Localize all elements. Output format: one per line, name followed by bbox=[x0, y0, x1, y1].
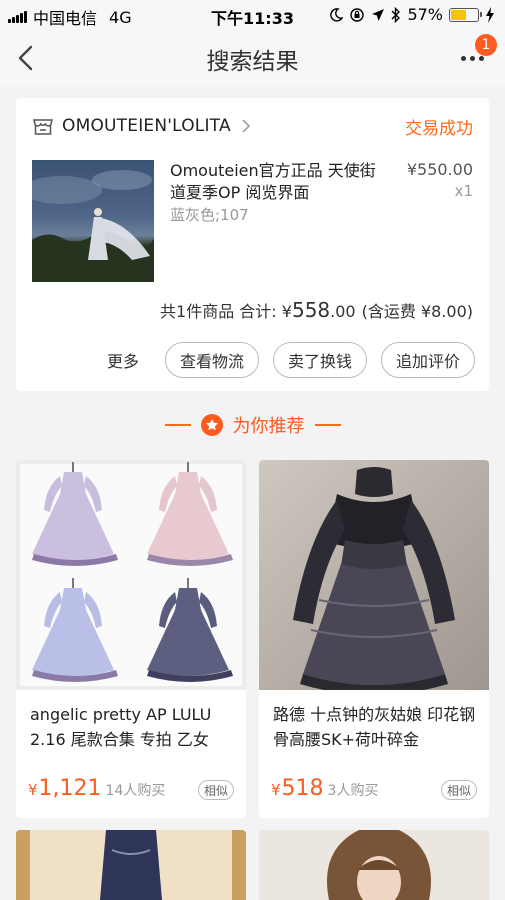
product-image bbox=[16, 830, 246, 900]
similar-button[interactable]: 相似 bbox=[440, 780, 477, 800]
divider-line bbox=[164, 424, 191, 426]
notification-badge: 1 bbox=[475, 34, 497, 56]
similar-button[interactable]: 相似 bbox=[197, 780, 234, 800]
product-photo bbox=[32, 170, 154, 282]
status-bar: 中国电信 4G 下午11:33 57% bbox=[0, 0, 505, 30]
divider-line bbox=[314, 424, 341, 426]
recommend-header: 为你推荐 bbox=[0, 410, 505, 440]
product-image bbox=[259, 830, 489, 900]
sold-count: 14人购买 bbox=[105, 783, 166, 799]
currency-symbol: ¥ bbox=[271, 781, 281, 799]
sold-count: 3人购买 bbox=[327, 783, 379, 799]
product-price: ¥550.00 bbox=[406, 160, 473, 179]
battery-level bbox=[451, 9, 466, 20]
product-thumbnail[interactable] bbox=[32, 160, 154, 282]
product-card-partial[interactable] bbox=[16, 830, 246, 900]
resell-button[interactable]: 卖了换钱 bbox=[272, 342, 367, 378]
shop-row[interactable]: OMOUTEIEN'LOLITA 交易成功 bbox=[32, 114, 473, 139]
page-title: 搜索结果 bbox=[206, 49, 299, 75]
product-quantity: x1 bbox=[454, 182, 473, 200]
product-title: 路德 十点钟的灰姑娘 印花钢骨高腰SK+荷叶碎金 bbox=[273, 705, 476, 749]
location-icon bbox=[372, 8, 385, 21]
product-title[interactable]: Omouteien官方正品 天使街道夏季OP 阅览界面 bbox=[170, 160, 382, 204]
order-card: OMOUTEIEN'LOLITA 交易成功 Omouteien官方正品 天使街道… bbox=[16, 98, 489, 391]
chevron-right-icon bbox=[242, 119, 250, 133]
price-row: ¥ 518 3人购买 bbox=[271, 776, 378, 801]
status-right: 57% bbox=[329, 5, 495, 24]
recommend-title: 为你推荐 bbox=[232, 416, 305, 437]
bluetooth-icon bbox=[391, 6, 401, 23]
summary-prefix: 共1件商品 合计: ¥ bbox=[160, 302, 292, 321]
product-image bbox=[259, 460, 489, 690]
product-card[interactable]: 路德 十点钟的灰姑娘 印花钢骨高腰SK+荷叶碎金 ¥ 518 3人购买 相似 bbox=[259, 460, 489, 818]
currency-symbol: ¥ bbox=[28, 781, 38, 799]
charging-icon bbox=[486, 6, 494, 23]
price-row: ¥ 1,121 14人购买 bbox=[28, 776, 165, 801]
product-price: 518 bbox=[281, 776, 324, 801]
moon-icon bbox=[330, 7, 344, 22]
nav-bar: 搜索结果 1 bbox=[0, 30, 505, 86]
product-title: angelic pretty AP LULU 2.16 尾款合集 专拍 乙女 bbox=[30, 705, 212, 749]
add-review-button[interactable]: 追加评价 bbox=[380, 342, 475, 378]
shipping-fee: (含运费 ¥8.00) bbox=[361, 302, 473, 321]
product-variant: 蓝灰色;107 bbox=[170, 206, 249, 224]
more-dots-icon bbox=[461, 56, 484, 61]
order-actions: 更多 查看物流 卖了换钱 追加评价 bbox=[107, 342, 475, 378]
battery-percent: 57% bbox=[407, 5, 443, 24]
order-summary: 共1件商品 合计: ¥ 558 .00 (含运费 ¥8.00) bbox=[160, 298, 473, 322]
more-menu-button[interactable]: 1 bbox=[457, 34, 497, 76]
shop-icon bbox=[33, 119, 53, 135]
battery-icon bbox=[449, 7, 482, 22]
order-status: 交易成功 bbox=[405, 118, 473, 139]
product-price: 1,121 bbox=[38, 776, 102, 801]
shop-name: OMOUTEIEN'LOLITA bbox=[62, 116, 231, 136]
more-actions-link[interactable]: 更多 bbox=[107, 348, 139, 372]
product-image bbox=[16, 460, 246, 690]
view-logistics-button[interactable]: 查看物流 bbox=[164, 342, 259, 378]
product-card-partial[interactable] bbox=[259, 830, 489, 900]
product-card[interactable]: angelic pretty AP LULU 2.16 尾款合集 专拍 乙女 ¥… bbox=[16, 460, 246, 818]
total-integer: 558 bbox=[291, 298, 331, 322]
total-decimal: .00 bbox=[330, 302, 356, 321]
rotation-lock-icon bbox=[350, 7, 365, 22]
star-icon bbox=[200, 414, 223, 436]
